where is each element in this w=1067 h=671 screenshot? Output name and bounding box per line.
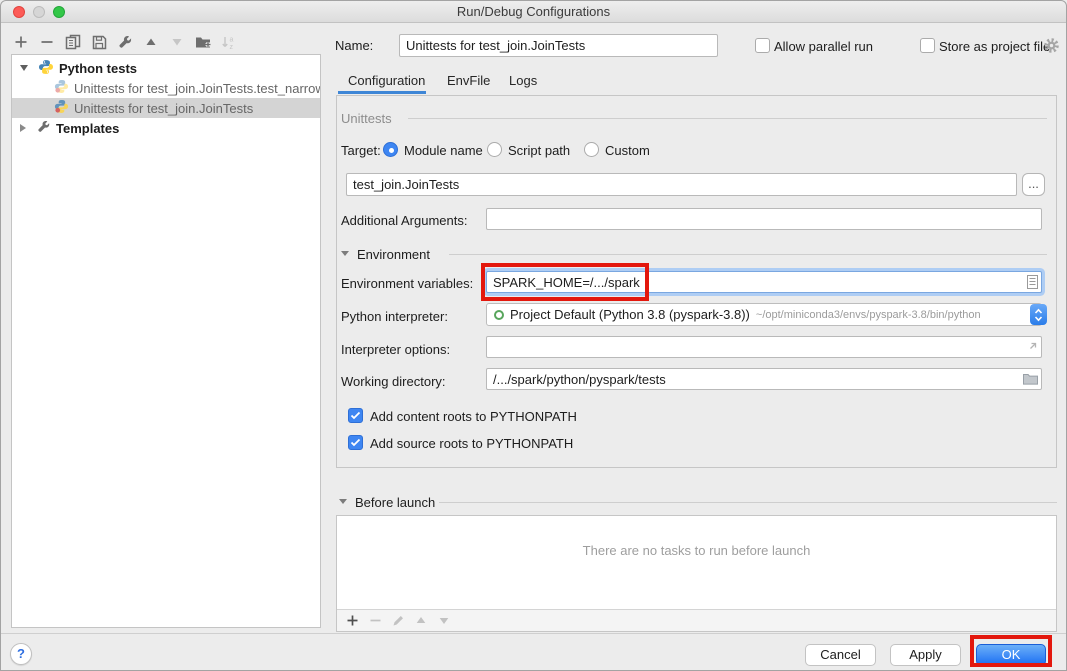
target-module-input[interactable] [346, 173, 1017, 196]
before-launch-section-title: Before launch [355, 495, 435, 510]
new-folder-icon[interactable] [195, 34, 211, 50]
apply-button[interactable]: Apply [890, 644, 961, 666]
radio-script-path[interactable] [487, 142, 502, 157]
store-as-project-file-label: Store as project file [939, 39, 1050, 54]
run-debug-configurations-dialog: Run/Debug Configurations az Pyth [0, 0, 1067, 671]
interpreter-options-label: Interpreter options: [341, 342, 450, 357]
remove-task-icon [367, 613, 383, 629]
title-bar: Run/Debug Configurations [1, 1, 1066, 23]
edit-task-icon [390, 613, 406, 629]
move-down-icon [169, 34, 185, 50]
svg-text:z: z [230, 44, 234, 50]
tab-configuration[interactable]: Configuration [348, 73, 425, 88]
tree-item-python-tests[interactable]: Python tests [12, 58, 320, 78]
tree-item-templates[interactable]: Templates [12, 118, 320, 138]
expand-field-icon[interactable] [1027, 340, 1039, 355]
python-interpreter-value: Project Default (Python 3.8 (pyspark-3.8… [510, 307, 750, 322]
radio-custom[interactable] [584, 142, 599, 157]
window-title: Run/Debug Configurations [1, 1, 1066, 22]
python-interpreter-select[interactable]: Project Default (Python 3.8 (pyspark-3.8… [486, 303, 1042, 326]
name-label: Name: [335, 38, 373, 53]
environment-variables-label: Environment variables: [341, 276, 473, 291]
interpreter-stepper-control[interactable] [1030, 304, 1047, 325]
cancel-button[interactable]: Cancel [805, 644, 876, 666]
conda-environment-icon [494, 310, 504, 320]
add-content-roots-checkbox[interactable] [348, 408, 363, 423]
section-divider [449, 254, 1047, 255]
folder-icon[interactable] [1023, 372, 1038, 388]
save-icon[interactable] [91, 34, 107, 50]
target-label: Target: [341, 143, 381, 158]
unittests-section-title: Unittests [341, 111, 392, 126]
environment-section-title: Environment [357, 247, 430, 262]
move-up-icon[interactable] [143, 34, 159, 50]
chevron-down-icon[interactable] [20, 65, 28, 71]
collapse-environment-icon[interactable] [341, 251, 349, 256]
remove-icon[interactable] [39, 34, 55, 50]
copy-icon[interactable] [65, 34, 81, 50]
before-launch-empty-message: There are no tasks to run before launch [336, 543, 1057, 558]
working-directory-input[interactable] [486, 368, 1042, 390]
ok-button[interactable]: OK [976, 644, 1046, 666]
additional-arguments-label: Additional Arguments: [341, 213, 467, 228]
python-test-config-icon [54, 79, 69, 97]
chevron-right-icon[interactable] [20, 124, 26, 132]
radio-module-name-label: Module name [404, 143, 483, 158]
help-button[interactable]: ? [10, 643, 32, 665]
radio-script-path-label: Script path [508, 143, 570, 158]
move-task-down-icon [436, 613, 452, 629]
name-input[interactable] [399, 34, 718, 57]
tree-item-unittests-test-narrow[interactable]: Unittests for test_join.JoinTests.test_n… [12, 78, 320, 98]
python-test-config-icon [54, 99, 69, 117]
sort-alphabetically-icon: az [221, 34, 237, 50]
section-divider [439, 502, 1057, 503]
gear-icon [1044, 38, 1059, 56]
browse-button[interactable]: ... [1022, 173, 1045, 196]
edit-environment-variables-icon[interactable] [1027, 275, 1038, 292]
add-source-roots-checkbox[interactable] [348, 435, 363, 450]
tab-logs[interactable]: Logs [509, 73, 537, 88]
interpreter-options-input[interactable] [486, 336, 1042, 358]
working-directory-label: Working directory: [341, 374, 446, 389]
python-interpreter-label: Python interpreter: [341, 309, 448, 324]
additional-arguments-input[interactable] [486, 208, 1042, 230]
tree-item-label: Python tests [59, 61, 137, 76]
store-as-project-file-checkbox[interactable] [920, 38, 935, 53]
configurations-tree: Python tests Unittests for test_join.Joi… [11, 54, 321, 628]
radio-custom-label: Custom [605, 143, 650, 158]
add-task-icon[interactable] [344, 613, 360, 629]
tab-envfile[interactable]: EnvFile [447, 73, 490, 88]
edit-templates-icon[interactable] [117, 34, 133, 50]
allow-parallel-run-checkbox[interactable] [755, 38, 770, 53]
active-tab-indicator [338, 91, 426, 94]
add-icon[interactable] [13, 34, 29, 50]
svg-text:a: a [230, 36, 234, 43]
configurations-toolbar: az [13, 33, 237, 51]
tree-item-label: Unittests for test_join.JoinTests.test_n… [74, 81, 320, 96]
collapse-before-launch-icon[interactable] [339, 499, 347, 504]
templates-icon [37, 120, 51, 137]
python-interpreter-path: ~/opt/miniconda3/envs/pyspark-3.8/bin/py… [756, 309, 981, 321]
move-task-up-icon [413, 613, 429, 629]
tree-item-unittests-jointests[interactable]: Unittests for test_join.JoinTests [12, 98, 320, 118]
radio-module-name[interactable] [383, 142, 398, 157]
add-source-roots-label: Add source roots to PYTHONPATH [370, 436, 573, 451]
add-content-roots-label: Add content roots to PYTHONPATH [370, 409, 577, 424]
footer-divider [1, 633, 1066, 634]
tree-item-label: Unittests for test_join.JoinTests [74, 101, 253, 116]
tree-item-label: Templates [56, 121, 119, 136]
before-launch-toolbar [337, 609, 1056, 631]
environment-variables-input[interactable] [486, 271, 1042, 293]
python-tests-icon [38, 59, 54, 78]
section-divider [408, 118, 1047, 119]
allow-parallel-run-label: Allow parallel run [774, 39, 873, 54]
